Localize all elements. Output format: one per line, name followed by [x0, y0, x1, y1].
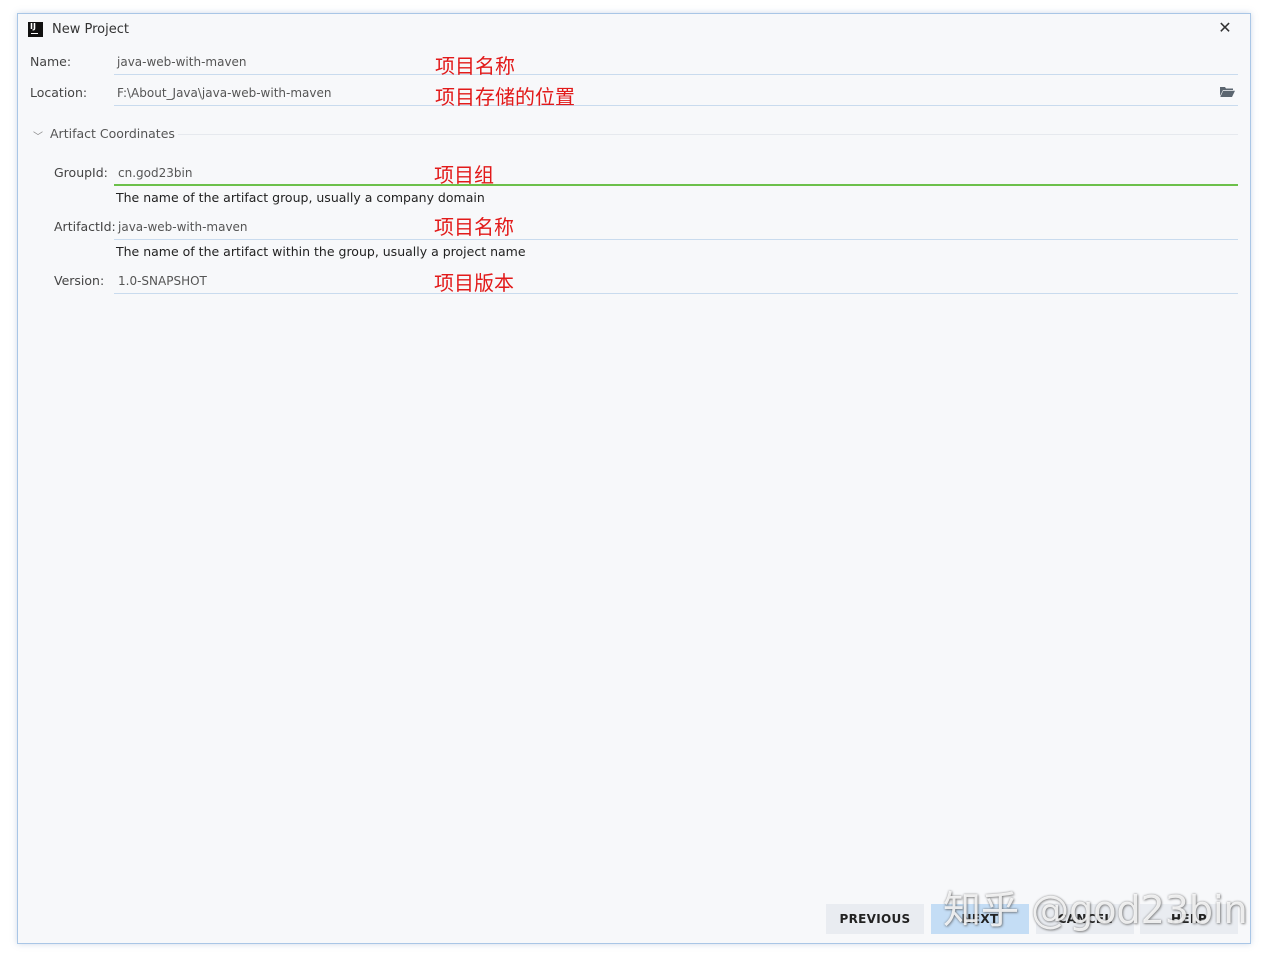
previous-button[interactable]: PREVIOUS	[826, 904, 924, 934]
groupid-annotation: 项目组	[434, 163, 494, 187]
artifactid-input[interactable]: java-web-with-maven	[118, 220, 248, 234]
help-button[interactable]: HELP	[1140, 904, 1238, 934]
version-input-underline	[114, 293, 1238, 294]
version-label: Version:	[54, 273, 105, 288]
intellij-icon: IJ	[28, 22, 43, 37]
groupid-input[interactable]: cn.god23bin	[118, 166, 192, 180]
artifact-coordinates-header[interactable]: Artifact Coordinates	[50, 126, 175, 141]
groupid-input-underline	[114, 184, 1238, 186]
groupid-hint: The name of the artifact group, usually …	[116, 190, 485, 205]
artifactid-annotation: 项目名称	[434, 215, 514, 239]
version-annotation: 项目版本	[434, 271, 514, 295]
next-button[interactable]: NEXT	[931, 904, 1029, 934]
cancel-button[interactable]: CANCEL	[1036, 904, 1134, 934]
artifactid-hint: The name of the artifact within the grou…	[116, 244, 526, 259]
location-label: Location:	[30, 85, 88, 100]
name-input[interactable]: java-web-with-maven	[117, 55, 247, 69]
section-divider	[178, 134, 1238, 135]
version-input[interactable]: 1.0-SNAPSHOT	[118, 274, 207, 288]
artifactid-label: ArtifactId:	[54, 219, 116, 234]
title-bar: IJ New Project ✕	[18, 14, 1250, 44]
location-input[interactable]: F:\About_Java\java-web-with-maven	[117, 86, 331, 100]
folder-open-icon[interactable]	[1220, 86, 1235, 97]
name-label: Name:	[30, 54, 72, 69]
window-title: New Project	[52, 22, 129, 37]
groupid-label: GroupId:	[54, 165, 108, 180]
location-annotation: 项目存储的位置	[435, 85, 575, 109]
new-project-dialog: IJ New Project ✕ Name: java-web-with-mav…	[17, 13, 1251, 944]
chevron-down-icon[interactable]: ﹀	[33, 128, 43, 143]
location-input-underline	[114, 105, 1238, 106]
close-icon[interactable]: ✕	[1215, 18, 1235, 38]
artifactid-input-underline	[114, 239, 1238, 240]
name-annotation: 项目名称	[435, 54, 515, 78]
name-input-underline	[114, 74, 1238, 75]
